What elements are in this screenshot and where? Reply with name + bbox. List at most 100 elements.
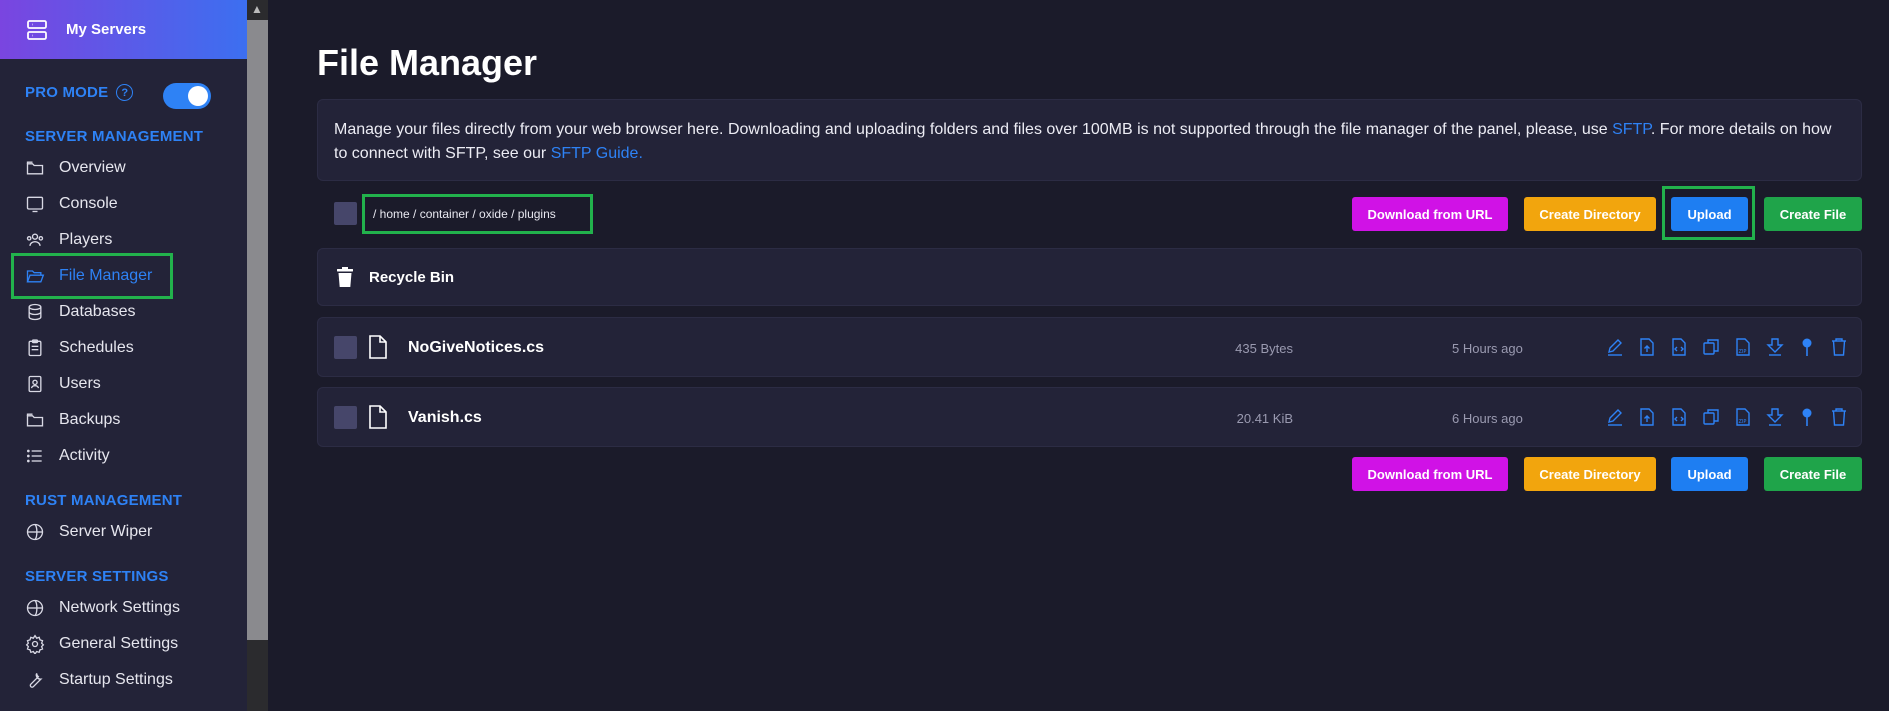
select-all-checkbox[interactable]: [334, 202, 357, 225]
sidebar-item-databases[interactable]: Databases: [25, 294, 136, 330]
copy-icon[interactable]: [1702, 407, 1720, 427]
globe-icon: [26, 599, 44, 617]
sidebar-item-label: Schedules: [59, 339, 134, 356]
recycle-bin-row[interactable]: Recycle Bin: [317, 248, 1862, 306]
recycle-bin-label: Recycle Bin: [369, 269, 455, 286]
file-manager-highlight: [11, 253, 173, 299]
users-group-icon: [26, 233, 44, 246]
file-actions: ZIP: [1606, 407, 1862, 427]
file-checkbox[interactable]: [334, 406, 357, 429]
file-upload-icon[interactable]: [1638, 337, 1656, 357]
list-icon: [27, 449, 42, 463]
move-down-icon[interactable]: [1766, 407, 1784, 427]
sidebar-item-label: Backups: [59, 411, 121, 428]
file-icon: [369, 405, 387, 429]
breadcrumb-path[interactable]: / home / container / oxide / plugins: [373, 207, 556, 221]
sidebar-item-label: Console: [59, 195, 118, 212]
file-size: 435 Bytes: [1235, 341, 1293, 356]
section-rust-management: RUST MANAGEMENT: [25, 492, 183, 509]
edit-icon[interactable]: [1606, 407, 1624, 427]
pro-mode-row: PRO MODE ?: [25, 84, 134, 101]
zip-file-icon[interactable]: ZIP: [1734, 337, 1752, 357]
trash-icon: [337, 267, 353, 287]
sidebar-item-users[interactable]: Users: [25, 366, 101, 402]
download-from-url-button[interactable]: Download from URL: [1352, 197, 1508, 231]
clipboard-icon: [28, 339, 42, 357]
sidebar-item-server-wiper[interactable]: Server Wiper: [25, 514, 152, 550]
servers-icon: [27, 19, 47, 40]
delete-icon[interactable]: [1830, 407, 1848, 427]
file-modified: 5 Hours ago: [1452, 341, 1523, 356]
sftp-link[interactable]: SFTP: [1612, 121, 1651, 138]
id-badge-icon: [28, 375, 42, 393]
sidebar-item-general-settings[interactable]: General Settings: [25, 626, 178, 662]
breadcrumb[interactable]: / home / container / oxide / plugins: [362, 194, 593, 234]
copy-icon[interactable]: [1702, 337, 1720, 357]
file-name[interactable]: Vanish.cs: [408, 409, 482, 427]
sidebar-scroll-thumb[interactable]: [247, 20, 268, 640]
sftp-guide-link[interactable]: SFTP Guide.: [551, 145, 643, 162]
info-text-1: Manage your files directly from your web…: [334, 121, 1613, 138]
sidebar-item-label: Overview: [59, 159, 126, 176]
gear-icon: [25, 634, 45, 654]
sidebar-item-startup-settings[interactable]: Startup Settings: [25, 662, 173, 698]
pin-icon[interactable]: [1798, 337, 1816, 357]
create-directory-button[interactable]: Create Directory: [1524, 197, 1656, 231]
my-servers-link[interactable]: My Servers: [0, 0, 247, 59]
sidebar-item-backups[interactable]: Backups: [25, 402, 120, 438]
svg-text:ZIP: ZIP: [1739, 419, 1747, 425]
sidebar-item-activity[interactable]: Activity: [25, 438, 110, 474]
edit-icon[interactable]: [1606, 337, 1624, 357]
sidebar-item-label: Users: [59, 375, 101, 392]
section-server-management: SERVER MANAGEMENT: [25, 128, 204, 145]
folder-icon: [26, 413, 44, 427]
sidebar-item-label: Network Settings: [59, 599, 180, 616]
pro-mode-toggle[interactable]: [163, 83, 211, 109]
upload-highlight: [1662, 186, 1755, 240]
wrench-icon: [29, 673, 43, 688]
zip-file-icon[interactable]: ZIP: [1734, 407, 1752, 427]
section-server-settings: SERVER SETTINGS: [25, 568, 169, 585]
download-from-url-button-bottom[interactable]: Download from URL: [1352, 457, 1508, 491]
file-actions: ZIP: [1606, 337, 1862, 357]
file-row[interactable]: Vanish.cs 20.41 KiB 6 Hours ago ZIP: [317, 387, 1862, 447]
file-upload-icon[interactable]: [1638, 407, 1656, 427]
sidebar: My Servers PRO MODE ? SERVER MANAGEMENT …: [0, 0, 247, 711]
file-row[interactable]: NoGiveNotices.cs 435 Bytes 5 Hours ago Z…: [317, 317, 1862, 377]
delete-icon[interactable]: [1830, 337, 1848, 357]
pin-icon[interactable]: [1798, 407, 1816, 427]
create-file-button-bottom[interactable]: Create File: [1764, 457, 1862, 491]
upload-button-bottom[interactable]: Upload: [1671, 457, 1748, 491]
file-size: 20.41 KiB: [1236, 411, 1293, 426]
svg-text:ZIP: ZIP: [1739, 349, 1747, 355]
sidebar-item-label: Players: [59, 231, 113, 248]
file-icon: [369, 335, 387, 359]
sidebar-item-network-settings[interactable]: Network Settings: [25, 590, 180, 626]
page-title: File Manager: [317, 42, 538, 83]
sidebar-item-label: General Settings: [59, 635, 179, 652]
scroll-up-arrow-icon[interactable]: ▲: [251, 2, 263, 16]
sidebar-item-schedules[interactable]: Schedules: [25, 330, 134, 366]
sidebar-item-console[interactable]: Console: [25, 186, 118, 222]
create-directory-button-bottom[interactable]: Create Directory: [1524, 457, 1656, 491]
info-box: Manage your files directly from your web…: [317, 99, 1862, 181]
code-file-icon[interactable]: [1670, 337, 1688, 357]
file-name[interactable]: NoGiveNotices.cs: [408, 339, 544, 357]
sidebar-item-label: Activity: [59, 447, 110, 464]
globe-icon: [26, 523, 44, 541]
my-servers-label: My Servers: [66, 21, 147, 38]
database-icon: [28, 303, 42, 321]
create-file-button[interactable]: Create File: [1764, 197, 1862, 231]
folder-icon: [26, 161, 44, 175]
file-modified: 6 Hours ago: [1452, 411, 1523, 426]
sidebar-item-label: Startup Settings: [59, 671, 173, 688]
sidebar-item-overview[interactable]: Overview: [25, 150, 126, 186]
monitor-icon: [26, 196, 44, 213]
code-file-icon[interactable]: [1670, 407, 1688, 427]
move-down-icon[interactable]: [1766, 337, 1784, 357]
sidebar-item-label: Databases: [59, 303, 136, 320]
toggle-knob: [188, 86, 208, 106]
help-icon[interactable]: ?: [116, 84, 134, 101]
sidebar-item-label: Server Wiper: [59, 523, 153, 540]
file-checkbox[interactable]: [334, 336, 357, 359]
